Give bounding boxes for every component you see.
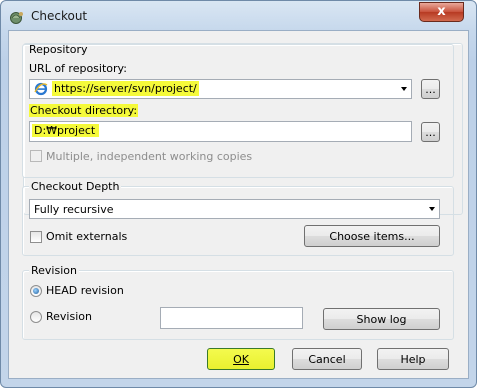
dir-browse-button[interactable]: ... — [421, 122, 440, 142]
choose-items-button[interactable]: Choose items... — [304, 225, 440, 247]
ellipsis-icon: ... — [425, 83, 436, 96]
cancel-button[interactable]: Cancel — [292, 348, 362, 370]
omit-externals-checkbox[interactable] — [30, 231, 42, 243]
show-log-label: Show log — [356, 313, 407, 326]
title-bar[interactable]: Checkout x — [1, 1, 476, 31]
ellipsis-icon: ... — [425, 126, 436, 139]
ok-label: OK — [233, 353, 249, 366]
show-log-button[interactable]: Show log — [323, 308, 440, 330]
omit-externals-label: Omit externals — [46, 230, 128, 243]
revision-input[interactable] — [160, 307, 303, 329]
depth-selected-value: Fully recursive — [34, 203, 114, 216]
close-button[interactable]: x — [419, 2, 464, 22]
internet-explorer-icon — [34, 82, 48, 96]
url-browse-button[interactable]: ... — [421, 79, 440, 99]
revision-group-label: Revision — [29, 264, 79, 277]
choose-items-label: Choose items... — [329, 230, 415, 243]
help-button[interactable]: Help — [377, 348, 449, 370]
url-label: URL of repository: — [29, 62, 127, 75]
close-icon: x — [437, 4, 446, 19]
url-combobox[interactable]: https://server/svn/project/ — [29, 79, 412, 99]
checkout-dir-value: D:₩project — [32, 124, 100, 137]
chevron-down-icon — [401, 87, 407, 91]
multiple-wc-label: Multiple, independent working copies — [46, 150, 253, 163]
head-revision-radio[interactable] — [30, 285, 42, 297]
checkout-dir-label: Checkout directory: — [29, 104, 139, 117]
head-revision-label: HEAD revision — [46, 284, 124, 297]
chevron-down-icon — [429, 207, 435, 211]
revision-radio[interactable] — [30, 311, 42, 323]
checkout-dir-input[interactable]: D:₩project — [29, 121, 412, 142]
help-label: Help — [400, 353, 426, 366]
repository-group-label: Repository — [29, 43, 88, 56]
depth-combobox[interactable]: Fully recursive — [29, 199, 440, 219]
multiple-wc-checkbox[interactable] — [30, 150, 42, 162]
ok-button[interactable]: OK — [207, 348, 275, 370]
window-title: Checkout — [31, 9, 88, 23]
depth-group-label: Checkout Depth — [29, 180, 122, 193]
revision-label: Revision — [46, 310, 92, 323]
cancel-label: Cancel — [308, 353, 346, 366]
url-value: https://server/svn/project/ — [52, 81, 199, 96]
tortoisesvn-icon — [10, 12, 23, 24]
